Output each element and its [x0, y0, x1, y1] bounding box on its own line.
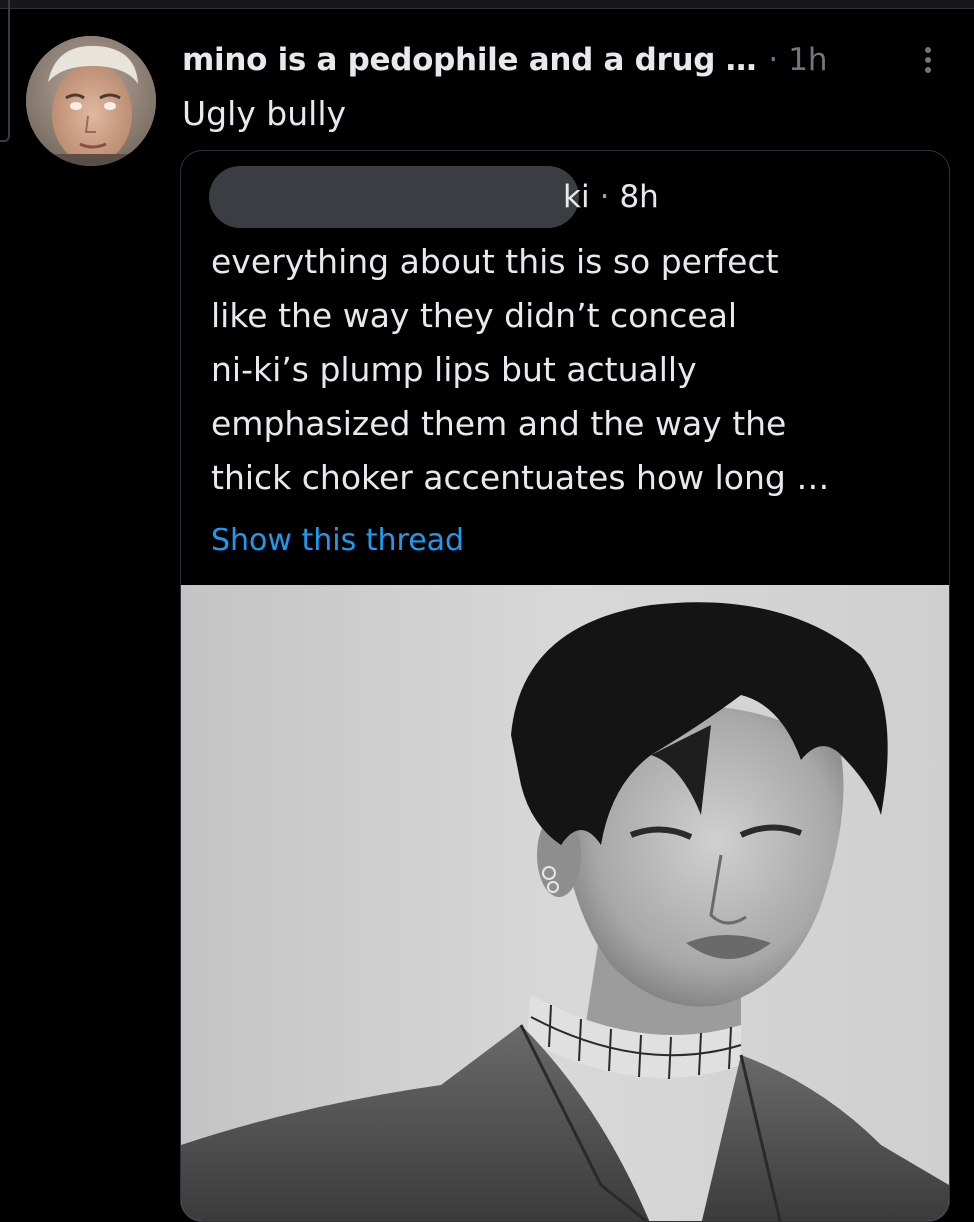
- quoted-tweet-photo[interactable]: [181, 585, 949, 1221]
- author-avatar[interactable]: [26, 36, 156, 166]
- quoted-text-line: ni-ki’s plump lips but actually: [211, 350, 697, 389]
- thread-rail: [0, 0, 10, 142]
- tweet-timestamp[interactable]: 1h: [788, 42, 827, 78]
- portrait-photo-icon: [181, 585, 949, 1221]
- more-options-button[interactable]: [908, 36, 948, 84]
- quoted-text-line: everything about this is so perfect: [211, 242, 779, 281]
- quoted-text-line: emphasized them and the way the: [211, 404, 787, 443]
- separator-dot: ·: [768, 42, 779, 78]
- quoted-author-name[interactable]: ki: [563, 179, 590, 215]
- quoted-tweet-timestamp[interactable]: 8h: [619, 179, 658, 215]
- author-name[interactable]: mino is a pedophile and a drug …: [182, 42, 757, 78]
- quoted-tweet-card[interactable]: ki · 8h everything about this is so perf…: [180, 150, 950, 1222]
- more-vertical-icon: [925, 47, 931, 73]
- top-divider: [0, 0, 974, 9]
- quoted-tweet-header: ki · 8h: [209, 166, 659, 228]
- quoted-tweet-text: everything about this is so perfect like…: [211, 235, 941, 505]
- quoted-text-line: like the way they didn’t conceal: [211, 296, 738, 335]
- redacted-name-block: [209, 166, 579, 228]
- tweet-header: mino is a pedophile and a drug … · 1h: [182, 36, 952, 84]
- show-thread-link[interactable]: Show this thread: [211, 517, 464, 565]
- tweet-text: Ugly bully: [182, 94, 347, 133]
- user-avatar-photo-icon: [26, 36, 156, 166]
- separator-dot: ·: [599, 179, 610, 215]
- quoted-text-line: thick choker accentuates how long …: [211, 458, 830, 497]
